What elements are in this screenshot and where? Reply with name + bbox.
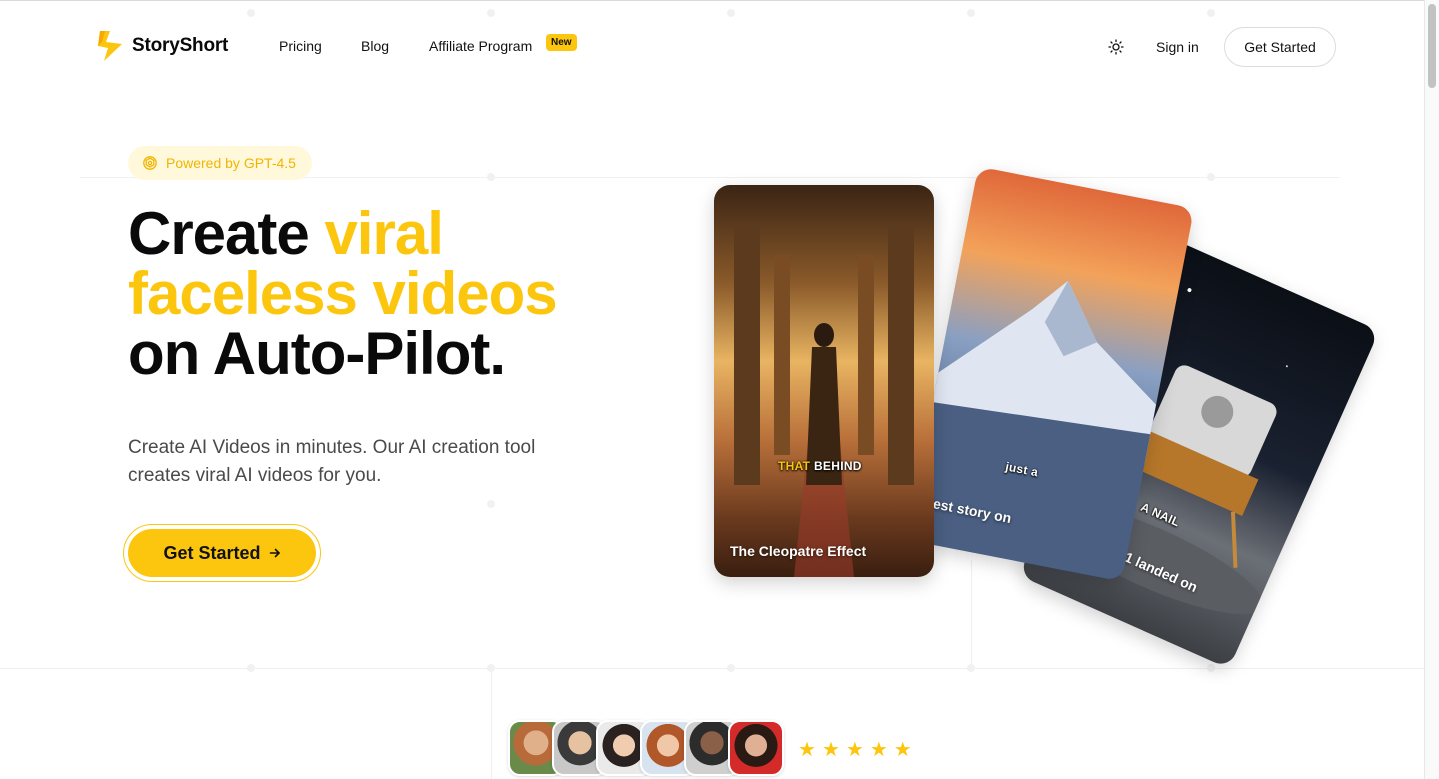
bg-grid-line [971, 560, 972, 668]
bg-grid-dot [1207, 664, 1215, 672]
bg-grid-dot [247, 664, 255, 672]
card-cleopatra-overlay: THAT BEHIND [778, 459, 862, 473]
brand-logo[interactable]: StoryShort [96, 29, 228, 63]
lightning-logo-icon [96, 29, 124, 63]
sun-icon [1108, 39, 1124, 55]
star-icon: ★ [798, 739, 816, 761]
headline-highlight-viral: viral [324, 200, 443, 267]
hero-subtitle: Create AI Videos in minutes. Our AI crea… [128, 437, 536, 486]
arrow-right-icon [269, 548, 280, 558]
bg-grid-dot [487, 173, 495, 181]
star-icon: ★ [821, 739, 840, 761]
scrollbar-thumb[interactable] [1428, 4, 1436, 88]
star-icon: ★ [869, 739, 888, 761]
overlay-highlight-word: THAT [778, 459, 811, 473]
star-icon: ★ [893, 739, 912, 761]
top-navigation: StoryShort Pricing Blog Affiliate Progra… [0, 0, 1424, 92]
star-icon: ★ [845, 739, 864, 761]
hero-cta-label: Get Started [163, 542, 261, 563]
headline-part1: Create [128, 200, 325, 267]
nav-link-pricing[interactable]: Pricing [279, 38, 322, 54]
bg-grid-dot [727, 664, 735, 672]
new-badge: New [546, 34, 577, 51]
bg-grid-dot [1207, 173, 1215, 181]
bg-grid-dot [487, 500, 495, 508]
cleopatra-thumbnail [734, 225, 914, 577]
headline-highlight-faceless: faceless videos [128, 260, 558, 327]
openai-icon [143, 156, 157, 170]
nav-link-affiliate[interactable]: Affiliate Program [429, 38, 532, 54]
rating-stars: ★ ★ ★ ★ ★ [798, 740, 912, 760]
page-scrollbar[interactable] [1424, 0, 1439, 779]
headline-part2: on Auto-Pilot. [128, 320, 506, 387]
overlay-word: BEHIND [813, 459, 862, 473]
nav-link-blog[interactable]: Blog [361, 38, 389, 54]
powered-by-text: Powered by GPT-4.5 [166, 155, 296, 171]
video-card-cleopatra[interactable]: THAT BEHIND The Cleopatre Effect [714, 185, 934, 577]
powered-by-badge: Powered by GPT-4.5 [128, 146, 312, 180]
theme-toggle-button[interactable] [1104, 35, 1128, 59]
hero-get-started-button[interactable]: Get Started [128, 529, 316, 577]
bg-grid-dot [967, 664, 975, 672]
bg-grid-dot [487, 664, 495, 672]
sign-in-link[interactable]: Sign in [1156, 39, 1199, 55]
avatar [728, 720, 784, 776]
hero-headline: Create viral faceless videos on Auto-Pil… [128, 204, 558, 387]
card-cleopatra-caption: The Cleopatre Effect [730, 543, 867, 559]
bg-grid-line [491, 668, 492, 779]
nav-get-started-button[interactable]: Get Started [1224, 27, 1336, 67]
brand-name: StoryShort [132, 35, 229, 56]
customer-avatars [508, 720, 784, 776]
